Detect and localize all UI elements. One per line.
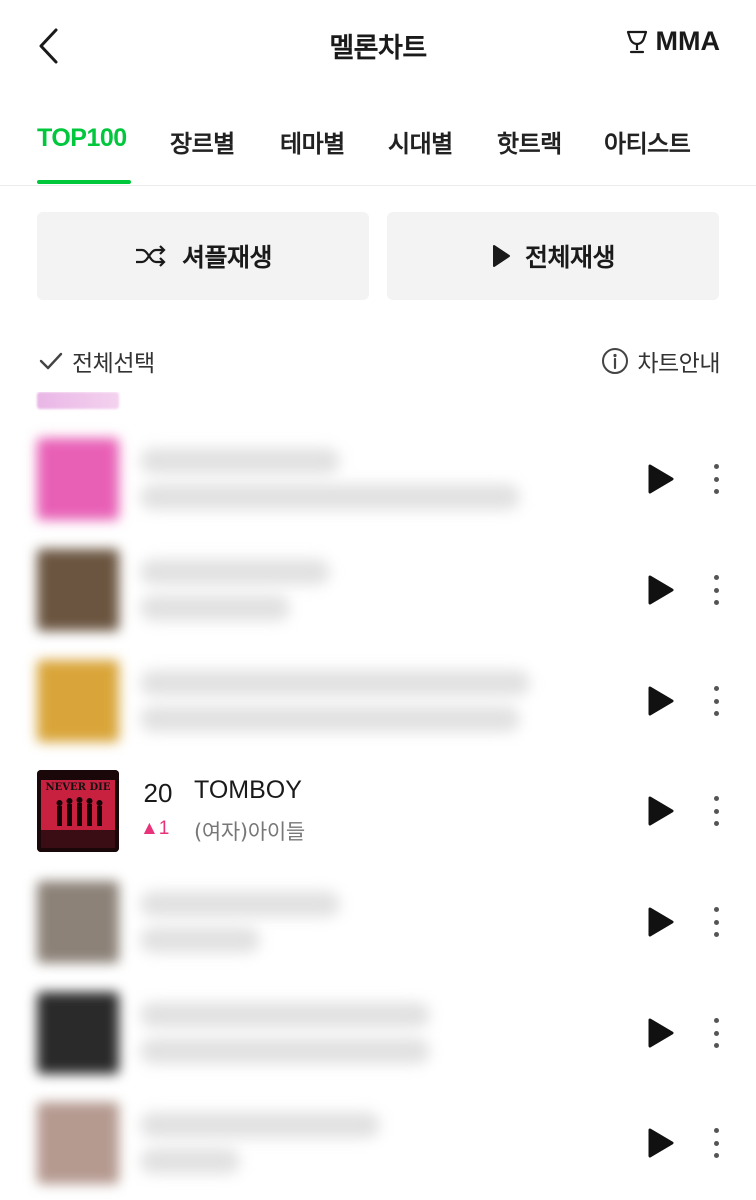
play-icon[interactable]: [644, 905, 676, 939]
mma-button[interactable]: MMA: [624, 26, 720, 57]
list-item[interactable]: [0, 992, 756, 1102]
list-item[interactable]: NEVER DIE 20 ▲1 TOMBOY (여자)아이들: [0, 770, 756, 880]
mma-label: MMA: [655, 26, 720, 56]
album-art-partial: [37, 392, 119, 409]
play-icon[interactable]: [644, 1126, 676, 1160]
tab-genre[interactable]: 장르별: [170, 124, 235, 159]
album-cover-art: NEVER DIE: [37, 770, 119, 852]
list-item[interactable]: [0, 549, 756, 659]
more-options-icon[interactable]: [706, 460, 726, 498]
album-art: [37, 881, 119, 963]
song-title[interactable]: TOMBOY: [194, 776, 302, 805]
rank-number: 20: [143, 778, 173, 808]
album-art: [37, 549, 119, 631]
artist-name[interactable]: (여자)아이들: [194, 816, 305, 846]
play-icon: [492, 245, 510, 267]
album-art: [37, 1102, 119, 1184]
tab-top100[interactable]: TOP100: [37, 124, 127, 153]
trophy-icon: [626, 30, 647, 53]
active-tab-indicator: [37, 180, 131, 184]
more-options-icon[interactable]: [706, 1014, 726, 1052]
play-icon[interactable]: [644, 1016, 676, 1050]
list-controls: 전체선택 차트안내: [0, 340, 756, 388]
select-all-label: 전체선택: [72, 351, 155, 377]
more-options-icon[interactable]: [706, 1124, 726, 1162]
album-art: NEVER DIE: [37, 770, 119, 852]
tab-hottrack[interactable]: 핫트랙: [497, 124, 562, 159]
album-art: [37, 992, 119, 1074]
list-item[interactable]: [0, 881, 756, 991]
select-all-button[interactable]: 전체선택: [38, 344, 155, 378]
rank-change-badge: ▲1: [140, 818, 170, 839]
more-options-icon[interactable]: [706, 792, 726, 830]
list-item[interactable]: [0, 1102, 756, 1200]
song-list: NEVER DIE 20 ▲1 TOMBOY (여자)아이들: [0, 392, 756, 1200]
play-icon[interactable]: [644, 794, 676, 828]
info-icon: [602, 348, 629, 374]
album-art: [37, 660, 119, 742]
shuffle-play-label: 셔플재생: [181, 243, 273, 272]
shuffle-play-button[interactable]: 셔플재생: [37, 212, 369, 300]
shuffle-icon: [135, 245, 166, 267]
more-options-icon[interactable]: [706, 571, 726, 609]
tab-artist[interactable]: 아티스트: [604, 124, 691, 159]
play-icon[interactable]: [644, 462, 676, 496]
check-icon: [39, 352, 63, 370]
tab-era[interactable]: 시대별: [388, 124, 453, 159]
list-item[interactable]: [0, 438, 756, 548]
chart-info-button[interactable]: 차트안내: [601, 344, 720, 378]
more-options-icon[interactable]: [706, 682, 726, 720]
play-icon[interactable]: [644, 684, 676, 718]
header: 멜론차트 MMA: [0, 0, 756, 92]
list-item[interactable]: [0, 660, 756, 770]
album-title-text: NEVER DIE: [46, 782, 111, 793]
more-options-icon[interactable]: [706, 903, 726, 941]
play-all-label: 전체재생: [524, 243, 616, 272]
play-icon[interactable]: [644, 573, 676, 607]
tab-theme[interactable]: 테마별: [280, 124, 345, 159]
album-art: [37, 438, 119, 520]
play-all-button[interactable]: 전체재생: [387, 212, 719, 300]
chart-tabs: TOP100 장르별 테마별 시대별 핫트랙 아티스트: [0, 112, 756, 186]
chart-info-label: 차트안내: [637, 351, 720, 377]
